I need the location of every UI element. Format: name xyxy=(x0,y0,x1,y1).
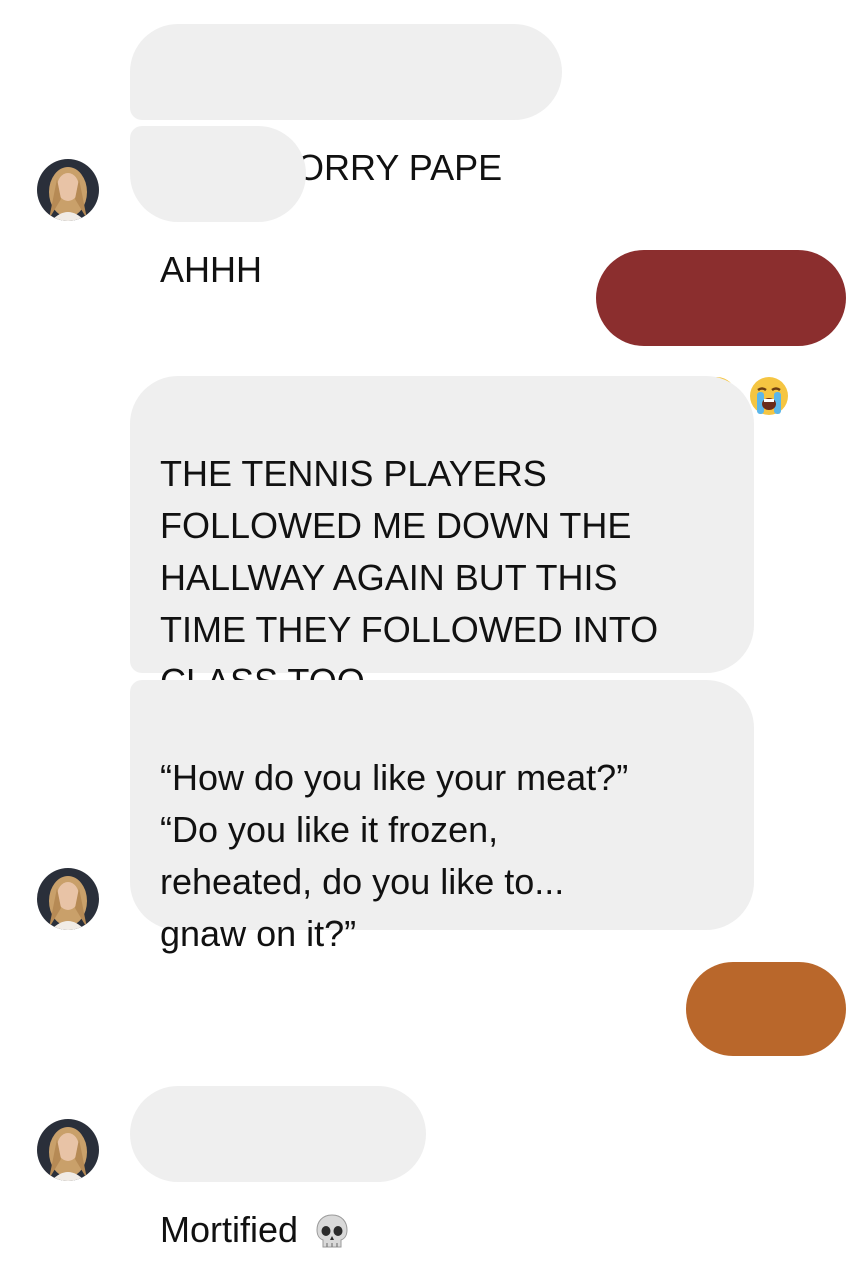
message-text: AHHH xyxy=(160,249,263,290)
skull-icon xyxy=(312,1212,352,1252)
contact-avatar[interactable] xyxy=(37,159,99,221)
sent-message-bubble[interactable]: HELP xyxy=(686,962,846,1123)
received-message-bubble[interactable]: “How do you like your meat?” “Do you lik… xyxy=(130,680,754,954)
message-text: HELP xyxy=(716,1082,811,1123)
received-message-bubble[interactable]: THE TENNIS PLAYERS FOLLOWED ME DOWN THE … xyxy=(130,376,754,702)
message-text: “How do you like your meat?” “Do you lik… xyxy=(160,757,629,954)
received-message-bubble[interactable]: AHHH xyxy=(130,126,306,290)
received-message-bubble[interactable]: Mortified xyxy=(130,1086,426,1250)
loudly-crying-face-icon xyxy=(748,375,790,417)
message-text: Mortified xyxy=(160,1209,299,1250)
sent-message-bubble[interactable]: huh xyxy=(596,250,846,416)
contact-avatar[interactable] xyxy=(37,868,99,930)
contact-avatar[interactable] xyxy=(37,1119,99,1181)
received-message-bubble[interactable]: IM SO SORRY PAPE xyxy=(130,24,562,188)
message-text: THE TENNIS PLAYERS FOLLOWED ME DOWN THE … xyxy=(160,453,659,702)
